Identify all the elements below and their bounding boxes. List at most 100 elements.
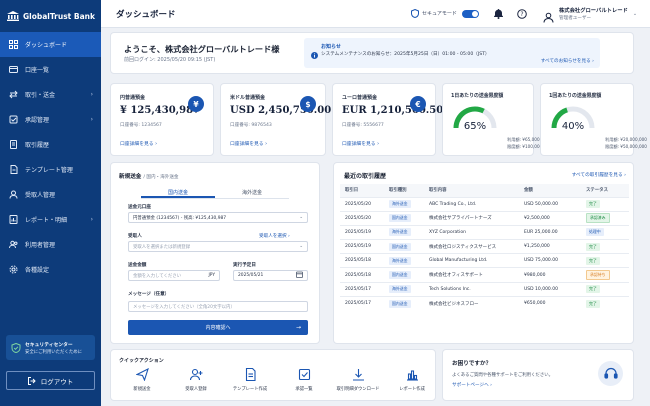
chevron-down-icon: ⌄ <box>632 10 638 17</box>
column-header: 取引種別 <box>384 184 424 197</box>
tab-overseas[interactable]: 海外送金 <box>215 187 289 198</box>
help-card: お困りですか？ よくあるご質問や各種サポートをご利用ください。 サポートページへ… <box>442 349 634 401</box>
quick-action-approval-list[interactable]: 承認一覧 <box>278 368 330 392</box>
sidebar-item-templates[interactable]: テンプレート管理 <box>0 157 101 182</box>
sidebar-item-payees[interactable]: 受取人管理 <box>0 182 101 207</box>
sidebar-item-transfer[interactable]: 取引・送金 › <box>0 82 101 107</box>
sidebar-item-history[interactable]: 取引履歴 <box>0 132 101 157</box>
table-row[interactable]: 2025/05/17 国内送金 株式会社ビジネスフロー ¥650,000 完了 <box>340 295 629 311</box>
amount-input[interactable]: 金額を入力してください JPY <box>128 270 220 281</box>
sidebar-item-reports[interactable]: レポート・明細 › <box>0 207 101 232</box>
status-badge: 承認待ち <box>586 270 610 281</box>
account-label: 米ドル普通預金 <box>230 95 266 101</box>
tx-type-badge: 海外送金 <box>389 200 411 209</box>
quick-action-download[interactable]: 取引明細ダウンロード <box>332 368 384 392</box>
tx-type-cell: 国内送金 <box>384 210 424 226</box>
quick-action-label: 取引明細ダウンロード <box>336 387 380 392</box>
quick-action-label: 受取人登録 <box>185 387 207 392</box>
date-value: 2025/05/21 <box>238 273 264 278</box>
sidebar-item-label: レポート・明細 <box>25 217 68 224</box>
table-row[interactable]: 2025/05/17 海外送金 Tech Solutions Inc. USD 10,… <box>340 281 629 297</box>
limit-percent: 65% <box>463 121 487 132</box>
support-page-link[interactable]: サポートページへ › <box>452 382 492 388</box>
tx-amount: ¥2,500,000 <box>519 210 581 226</box>
confirm-button[interactable]: 内容確認へ → <box>128 320 308 335</box>
tx-type-cell: 海外送金 <box>384 196 424 212</box>
tx-date: 2025/05/20 <box>340 210 384 226</box>
sidebar-item-dashboard[interactable]: ダッシュボード <box>0 32 101 57</box>
payee-select[interactable]: 受取人を選択または新規登録 ⌄ <box>128 241 308 252</box>
all-history-link[interactable]: すべての取引履歴を見る › <box>572 172 626 178</box>
account-detail-link[interactable]: 口座詳細を見る › <box>230 140 267 147</box>
status-badge: 完了 <box>586 299 600 308</box>
logout-button[interactable]: ログアウト <box>6 371 95 390</box>
bell-icon[interactable] <box>493 9 503 19</box>
chevron-right-icon: › <box>90 216 93 223</box>
security-center-card[interactable]: セキュリティセンター 安全にご利用いただくために <box>6 335 95 360</box>
all-notices-link[interactable]: すべてのお知らせを見る › <box>541 58 594 64</box>
transfer-tabs: 国内送金 海外送金 <box>141 187 289 199</box>
table-row[interactable]: 2025/05/19 海外送金 XYZ Corporation EUR 25,000.… <box>340 224 629 240</box>
account-card-usd: 米ドル普通預金 USD 2,450,750.00 口座番号: 9876543 口… <box>220 83 331 156</box>
user-menu[interactable]: 株式会社グローバルトレード 管理者ユーザー ⌄ <box>543 6 638 23</box>
table-row[interactable]: 2025/05/20 国内送金 株式会社サプライパートナーズ ¥2,500,000 承認… <box>340 210 629 226</box>
table-row[interactable]: 2025/05/18 国内送金 株式会社オフィスサポート ¥980,000 承認待ち <box>340 267 629 283</box>
security-mode-label: セキュアモード <box>422 11 457 17</box>
tab-domestic[interactable]: 国内送金 <box>141 187 215 198</box>
approval-icon <box>9 115 18 124</box>
sidebar-item-accounts[interactable]: 口座一覧 <box>0 57 101 82</box>
recent-transactions-card: 最近の取引履歴 すべての取引履歴を見る › 取引日 取引種別 取引内容 金額 ス… <box>333 162 634 344</box>
calendar-icon[interactable] <box>296 271 303 280</box>
security-center-text: セキュリティセンター 安全にご利用いただくために <box>25 341 82 355</box>
tx-type-badge: 海外送金 <box>389 285 411 294</box>
table-row[interactable]: 2025/05/20 海外送金 ABC Trading Co., Ltd. USD 5… <box>340 196 629 212</box>
table-row[interactable]: 2025/05/19 国内送金 株式会社ロジスティクスサービス ¥1,250,000 完… <box>340 239 629 254</box>
sidebar-item-label: 取引履歴 <box>25 142 50 149</box>
shield-check-icon <box>11 342 21 353</box>
sidebar-item-label: ダッシュボード <box>25 42 68 49</box>
tx-date: 2025/05/20 <box>340 196 384 212</box>
tx-description: ABC Trading Co., Ltd. <box>424 196 519 212</box>
user-name: 株式会社グローバルトレード <box>559 8 628 14</box>
approval-list-icon <box>298 368 310 381</box>
security-center-title: セキュリティセンター <box>25 342 73 348</box>
sidebar-item-label: 各種設定 <box>25 267 50 274</box>
from-account-label: 送金元口座 <box>128 205 151 210</box>
tx-description: Tech Solutions Inc. <box>424 281 519 297</box>
payee-label: 受取人 <box>128 234 142 239</box>
table-row[interactable]: 2025/05/18 海外送金 Global Manufacturing Ltd. U… <box>340 253 629 268</box>
tx-type-badge: 国内送金 <box>389 299 411 308</box>
limit-label: 1日あたりの送金限度額 <box>451 93 504 99</box>
account-card-eur: ユーロ普通預金 EUR 1,210,560.50 口座番号: 5556677 口… <box>332 83 443 156</box>
user-role: 管理者ユーザー <box>559 16 592 21</box>
welcome-heading: ようこそ、株式会社グローバルトレード様 <box>124 44 280 54</box>
quick-action-new-transfer[interactable]: 新規送金 <box>116 368 168 392</box>
logout-icon <box>27 376 36 385</box>
account-detail-link[interactable]: 口座詳細を見る › <box>342 140 379 147</box>
help-icon[interactable]: ? <box>517 9 527 19</box>
quick-action-add-payee[interactable]: 受取人登録 <box>170 368 222 392</box>
sidebar-item-settings[interactable]: 各種設定 <box>0 257 101 282</box>
account-detail-link[interactable]: 口座詳細を見る › <box>120 140 157 147</box>
tx-type-badge: 国内送金 <box>389 242 411 251</box>
report-icon <box>9 215 18 224</box>
euro-icon: € <box>410 96 426 112</box>
confirm-label: 内容確認へ <box>205 325 231 331</box>
from-account-select[interactable]: 円普通預金 (1234567) - 残高: ¥125,430,987 ⌄ <box>128 212 308 223</box>
tx-amount: EUR 25,000.00 <box>519 224 581 240</box>
select-payee-link[interactable]: 受取人を選択 › <box>259 233 290 239</box>
quick-action-create-report[interactable]: レポート作成 <box>386 368 438 392</box>
logout-label: ログアウト <box>40 377 74 386</box>
tx-type-cell: 海外送金 <box>384 253 424 268</box>
brand[interactable]: GlobalTrust Bank <box>0 0 101 32</box>
message-input[interactable]: メッセージを入力してください（全角20文字以内） <box>128 301 308 312</box>
security-mode-toggle[interactable] <box>461 9 479 18</box>
sidebar-item-users[interactable]: 利用者管理 <box>0 232 101 257</box>
welcome-card: ようこそ、株式会社グローバルトレード様 前回ログイン: 2025/05/20 0… <box>110 32 634 74</box>
chevron-down-icon: ⌄ <box>299 215 303 220</box>
status-badge: 完了 <box>586 242 600 251</box>
date-input[interactable]: 2025/05/21 <box>233 270 308 281</box>
sidebar-item-approval[interactable]: 承認管理 › <box>0 107 101 132</box>
column-header: 金額 <box>519 184 581 197</box>
quick-action-create-template[interactable]: テンプレート作成 <box>224 368 276 392</box>
